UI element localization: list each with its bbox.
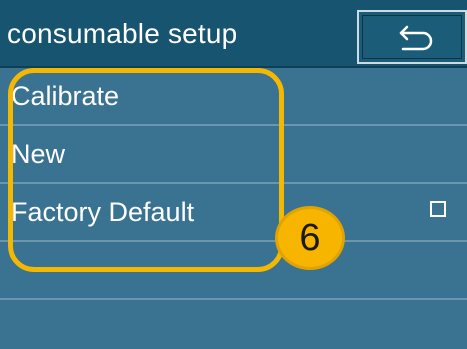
return-arrow-icon [399,25,433,51]
menu-item-new[interactable]: New [0,126,467,184]
consumable-setup-screen: consumable setup Calibrate New Factory D… [0,0,467,349]
menu-item-empty [0,242,467,300]
header-bar: consumable setup [0,0,467,68]
menu-item-calibrate[interactable]: Calibrate [0,68,467,126]
menu-item-label: Factory Default [11,197,195,227]
menu-item-label: Calibrate [11,81,120,111]
menu-item-empty [0,300,467,349]
back-button[interactable] [357,10,467,64]
menu-item-factory-default[interactable]: Factory Default [0,184,467,242]
page-title: consumable setup [7,18,238,49]
menu-list: Calibrate New Factory Default [0,68,467,349]
factory-default-checkbox[interactable] [430,201,446,217]
annotation-callout-number: 6 [275,206,345,270]
menu-item-label: New [11,139,66,169]
